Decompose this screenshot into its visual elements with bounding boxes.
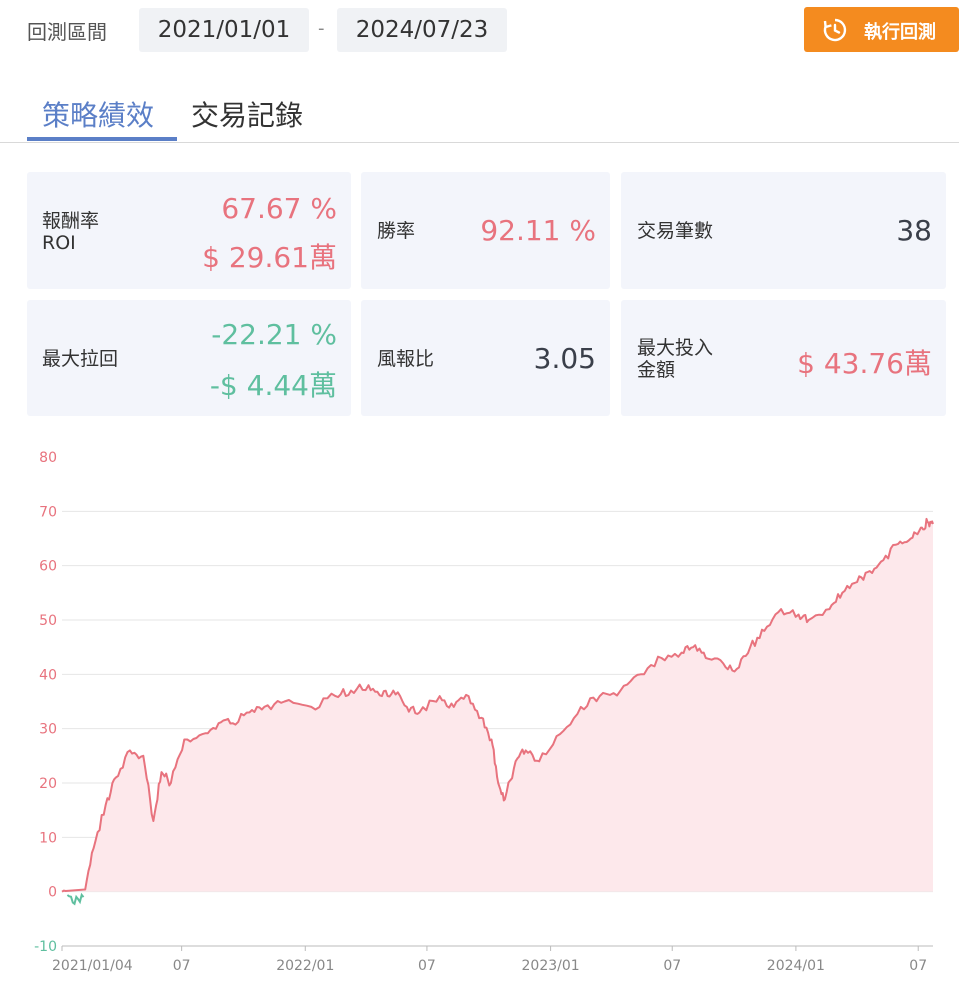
y-tick-label: 80 [39,450,57,466]
max-drawdown-label: 最大拉回 [42,348,119,370]
trade-count-label: 交易筆數 [637,220,714,242]
tab-bar: 策略績效 交易記錄 [0,88,959,143]
roi-label-en: ROI [42,232,76,254]
y-tick-label: 0 [48,885,57,901]
range-separator: - [318,18,325,39]
x-tick-label: 07 [173,958,191,974]
end-date-field[interactable]: 2024/07/23 [337,8,507,52]
x-tick-label: 2022/01 [276,958,334,974]
refresh-clock-icon [823,18,847,42]
max-invest-value: $ 43.76萬 [797,347,932,380]
roi-card: 報酬率 ROI 67.67 % $ 29.61萬 [27,172,351,289]
win-rate-label: 勝率 [377,220,416,242]
max-invest-label-line2: 金額 [637,359,676,381]
trade-count-value: 38 [896,214,932,247]
backtest-toolbar: 回測區間 2021/01/01 - 2024/07/23 執行回測 [0,0,959,62]
max-drawdown-card: 最大拉回 -22.21 % -$ 4.44萬 [27,300,351,416]
max-drawdown-percent: -22.21 % [211,318,337,351]
y-tick-label: 50 [39,613,57,629]
run-backtest-label: 執行回測 [864,22,936,43]
x-tick-label: 2021/01/04 [52,958,133,974]
risk-reward-value: 3.05 [533,342,596,375]
tab-performance[interactable]: 策略績效 [42,94,154,134]
profit-area [62,518,933,892]
roi-percent: 67.67 % [221,192,337,225]
risk-reward-card: 風報比 3.05 [361,300,610,416]
x-tick-label: 2023/01 [522,958,580,974]
x-tick-label: 2024/01 [767,958,825,974]
roi-label: 報酬率 ROI [42,210,99,254]
x-tick-label: 07 [418,958,436,974]
run-backtest-button[interactable]: 執行回測 [804,7,959,52]
y-tick-label: 20 [39,776,57,792]
equity-line-negative [66,892,85,906]
roi-label-zh: 報酬率 [42,210,100,232]
start-date-field[interactable]: 2021/01/01 [139,8,309,52]
active-tab-indicator [27,137,177,141]
win-rate-value: 92.11 % [480,214,596,247]
x-tick-label: 07 [663,958,681,974]
max-invest-label-line1: 最大投入 [637,337,714,359]
tab-trade-records[interactable]: 交易記錄 [191,94,303,134]
range-label: 回測區間 [27,20,107,44]
trade-count-card: 交易筆數 38 [621,172,946,289]
max-drawdown-amount: -$ 4.44萬 [209,369,337,402]
y-tick-label: 10 [39,830,57,846]
max-invest-label: 最大投入 金額 [637,337,713,381]
risk-reward-label: 風報比 [377,348,435,370]
y-tick-label: 70 [39,504,57,520]
roi-amount: $ 29.61萬 [202,241,337,274]
y-tick-label: 60 [39,559,57,575]
y-tick-label: 30 [39,722,57,738]
x-tick-label: 07 [909,958,927,974]
y-tick-label: -10 [34,939,57,955]
y-tick-label: 40 [39,667,57,683]
max-invest-card: 最大投入 金額 $ 43.76萬 [621,300,946,416]
win-rate-card: 勝率 92.11 % [361,172,610,289]
equity-curve-chart: 80 70 60 50 40 30 20 10 0 -10 2021/01/04 07 2022/01 0… [34,450,934,974]
